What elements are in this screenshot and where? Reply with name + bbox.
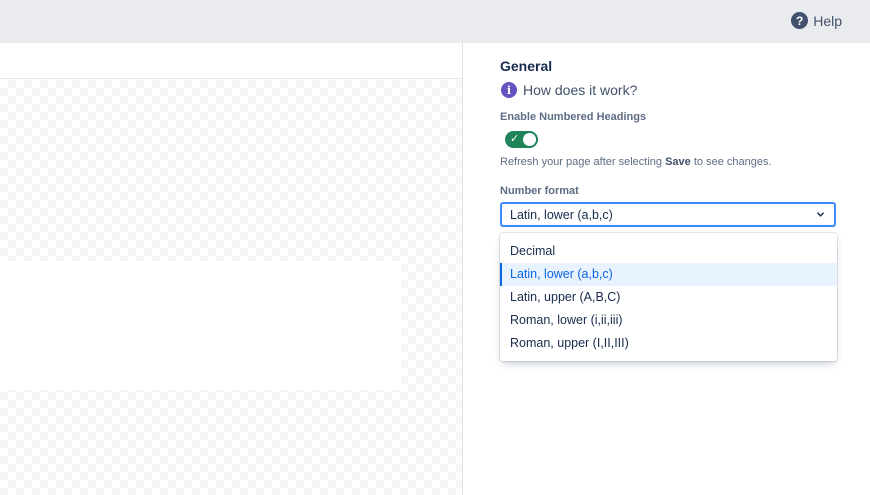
option-latin-upper[interactable]: Latin, upper (A,B,C): [500, 286, 837, 309]
check-icon: ✓: [510, 133, 520, 145]
enable-numbered-headings-toggle[interactable]: ✓: [505, 131, 538, 148]
number-format-select[interactable]: Latin, lower (a,b,c): [500, 202, 836, 227]
number-format-value: Latin, lower (a,b,c): [510, 208, 613, 222]
option-latin-lower[interactable]: Latin, lower (a,b,c): [500, 263, 837, 286]
how-does-it-work-link[interactable]: i How does it work?: [501, 82, 637, 98]
number-format-menu: Decimal Latin, lower (a,b,c) Latin, uppe…: [500, 233, 837, 361]
option-roman-upper[interactable]: Roman, upper (I,II,III): [500, 332, 837, 355]
help-label: Help: [813, 12, 842, 29]
section-title: General: [500, 58, 553, 74]
chevron-down-icon: [817, 212, 824, 217]
option-roman-lower[interactable]: Roman, lower (i,ii,iii): [500, 309, 837, 332]
how-does-it-work-label: How does it work?: [523, 82, 638, 98]
enable-numbered-headings-label: Enable Numbered Headings: [500, 111, 647, 123]
help-button[interactable]: ? Help: [791, 12, 842, 29]
top-bar: ? Help: [0, 0, 870, 43]
preview-area: [0, 43, 463, 495]
page-preview-card: [0, 261, 401, 390]
refresh-hint: Refresh your page after selecting Save t…: [500, 156, 772, 168]
preview-header: [0, 43, 462, 79]
hint-save: Save: [665, 156, 691, 168]
toggle-knob: [523, 133, 536, 146]
hint-prefix: Refresh your page after selecting: [500, 156, 666, 168]
question-circle-icon: ?: [791, 12, 809, 29]
hint-suffix: to see changes.: [690, 156, 772, 168]
number-format-label: Number format: [500, 185, 579, 197]
info-circle-icon: i: [501, 82, 517, 98]
option-decimal[interactable]: Decimal: [500, 240, 837, 263]
